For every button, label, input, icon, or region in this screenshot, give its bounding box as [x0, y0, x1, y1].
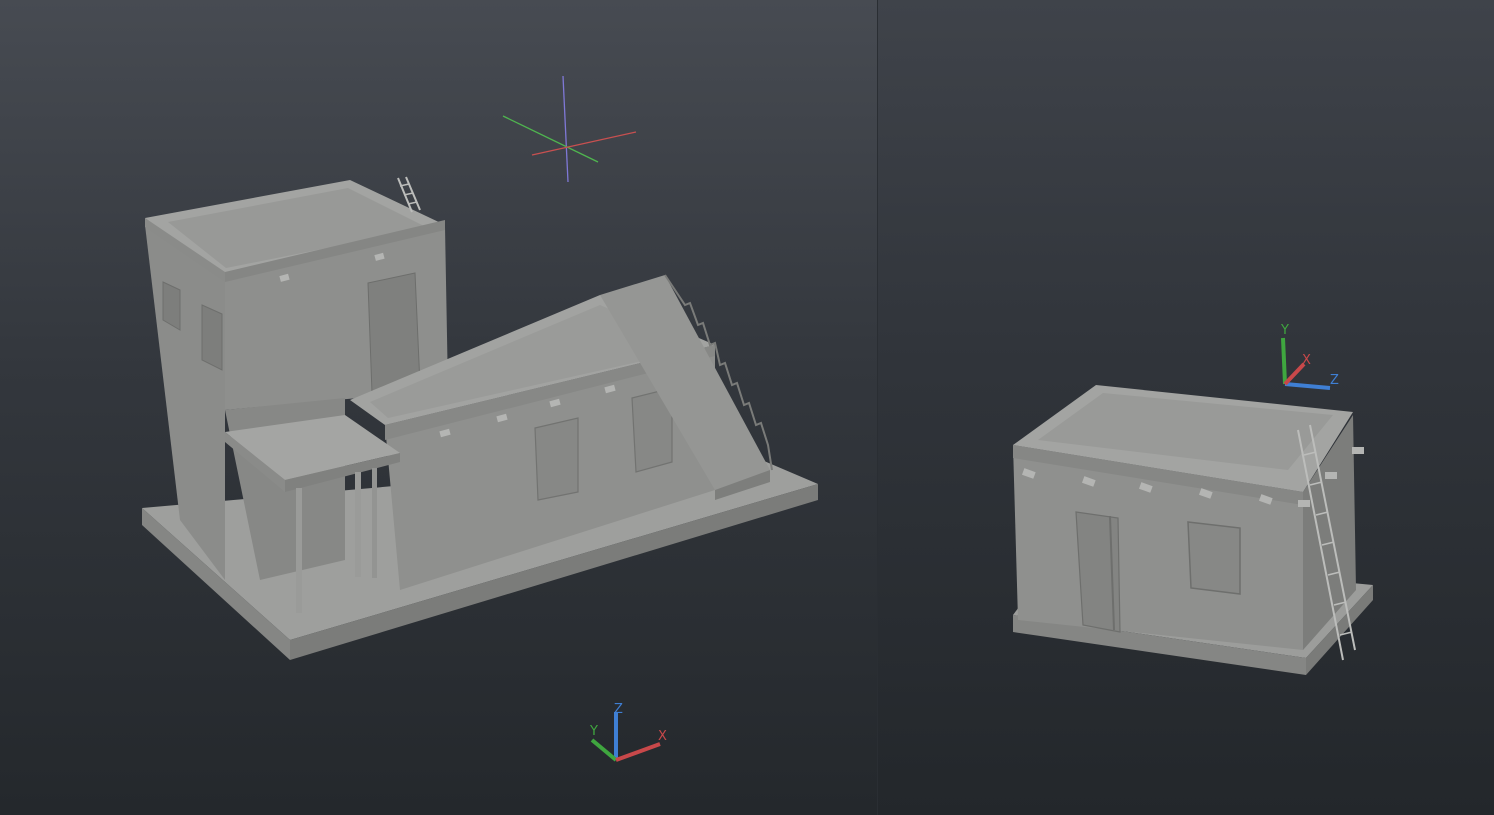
right-house: [1013, 385, 1364, 661]
ucs-icon-left: Z Y X: [589, 702, 667, 762]
cad-workspace: Z Y X Y Z X: [0, 0, 1494, 815]
ucs-right-x-label: X: [1302, 353, 1311, 368]
ucs-left-y-label: Y: [589, 724, 598, 739]
viewport-right[interactable]: Y Z X: [878, 0, 1494, 815]
ucs-icon-right: Y Z X: [1280, 323, 1339, 390]
ucs-right-z-label: Z: [1330, 373, 1339, 388]
ucs-right-y-label: Y: [1280, 323, 1289, 338]
ucs-left-z-label: Z: [614, 702, 623, 717]
ucs-left-x-label: X: [658, 729, 667, 744]
right-model-scene: Y Z X: [1013, 323, 1373, 675]
viewport-left[interactable]: Z Y X: [0, 0, 877, 815]
